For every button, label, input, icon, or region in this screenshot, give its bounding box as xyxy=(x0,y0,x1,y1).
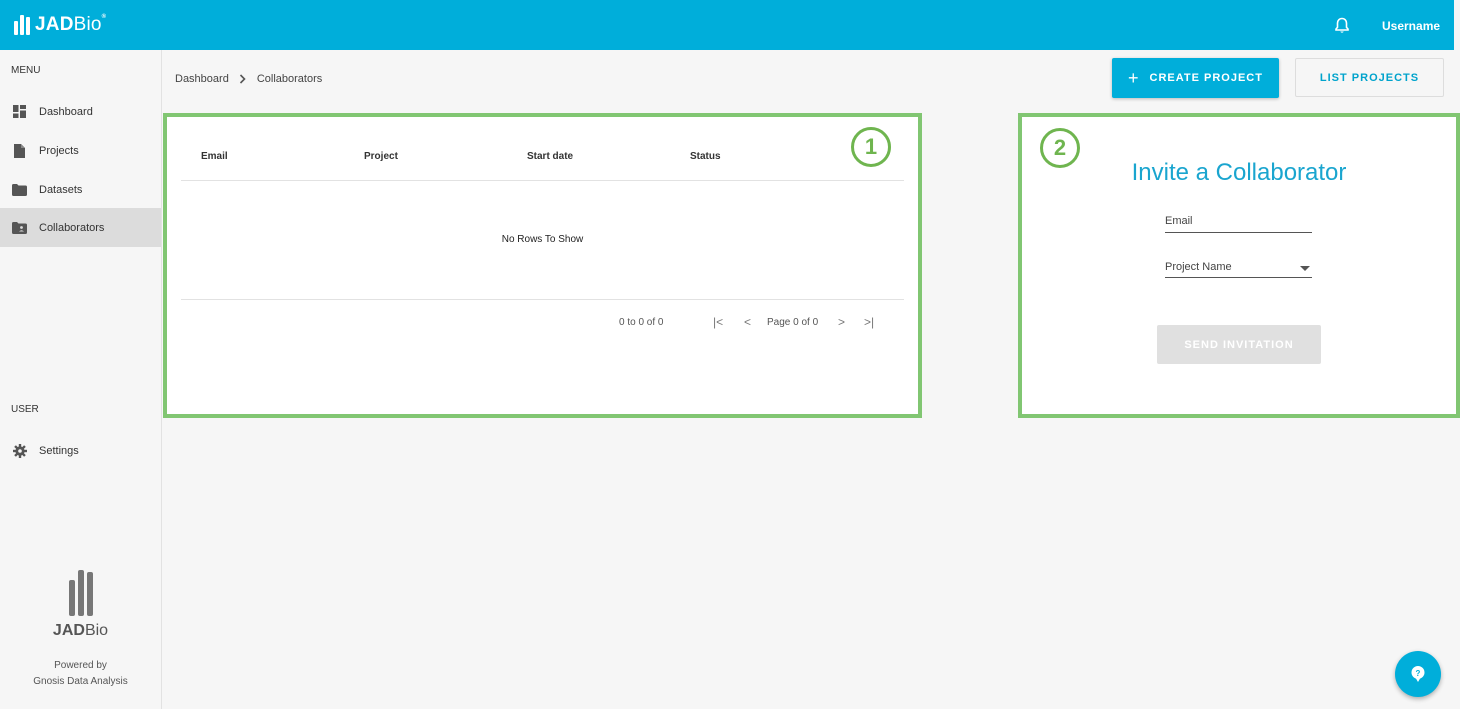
project-name-select[interactable]: Project Name xyxy=(1165,256,1312,278)
list-projects-button[interactable]: LIST PROJECTS xyxy=(1295,58,1444,97)
help-question-icon: ? xyxy=(1411,666,1425,682)
email-input[interactable] xyxy=(1165,211,1312,227)
invite-title: Invite a Collaborator xyxy=(1131,159,1347,186)
caret-down-icon xyxy=(1300,266,1310,271)
company-name: Gnosis Data Analysis xyxy=(33,676,128,687)
logo-mark-icon xyxy=(0,570,161,616)
sidebar-item-projects[interactable]: Projects xyxy=(0,131,161,170)
svg-text:?: ? xyxy=(1416,669,1421,678)
logo-text-bold: JAD xyxy=(35,14,74,35)
column-header-project[interactable]: Project xyxy=(364,151,398,162)
sidebar-item-label: Collaborators xyxy=(39,221,105,234)
powered-by-label: Powered by xyxy=(54,660,107,671)
shared-folder-icon xyxy=(12,220,27,235)
user-section-label: USER xyxy=(11,404,39,415)
last-page-icon[interactable]: >| xyxy=(864,315,874,329)
chevron-right-icon xyxy=(239,71,247,87)
sidebar-item-datasets[interactable]: Datasets xyxy=(0,170,161,209)
sidebar-item-label: Projects xyxy=(39,144,79,157)
sidebar-item-collaborators[interactable]: Collaborators xyxy=(0,208,161,247)
create-project-button[interactable]: + CREATE PROJECT xyxy=(1112,58,1279,98)
page-indicator: Page 0 of 0 xyxy=(767,317,819,328)
file-icon xyxy=(12,143,27,158)
breadcrumb-collaborators: Collaborators xyxy=(256,73,323,85)
sidebar-item-dashboard[interactable]: Dashboard xyxy=(0,92,161,131)
jadbio-logo[interactable]: JADBio® xyxy=(14,14,106,36)
table-header: Email Project Start date Status xyxy=(181,145,904,181)
sidebar-item-label: Dashboard xyxy=(39,105,93,118)
menu-section-label: MENU xyxy=(11,65,41,76)
dashboard-icon xyxy=(12,104,27,119)
previous-page-icon[interactable]: < xyxy=(744,315,751,329)
collaborators-table-panel: Email Project Start date Status 1 No Row… xyxy=(163,113,922,418)
email-field[interactable] xyxy=(1165,211,1312,233)
plus-icon: + xyxy=(1128,68,1140,88)
column-header-start-date[interactable]: Start date xyxy=(527,151,573,162)
logo-mark-icon xyxy=(14,15,30,35)
invite-collaborator-panel: 2 Invite a Collaborator Project Name SEN… xyxy=(1018,113,1460,418)
footer-logo-light: Bio xyxy=(84,622,109,639)
create-project-label: CREATE PROJECT xyxy=(1149,72,1263,84)
pager-summary: 0 to 0 of 0 xyxy=(619,317,664,328)
sidebar-footer-logo: JADBio xyxy=(0,570,161,640)
gear-icon xyxy=(12,443,27,458)
sidebar: MENU Dashboard Projects Datasets Collabo… xyxy=(0,50,162,709)
empty-table-message: No Rows To Show xyxy=(501,234,584,245)
breadcrumb-dashboard[interactable]: Dashboard xyxy=(175,73,229,85)
column-header-email[interactable]: Email xyxy=(201,151,228,162)
project-name-placeholder: Project Name xyxy=(1165,261,1232,273)
footer-logo-bold: JAD xyxy=(52,622,85,639)
help-button[interactable]: ? xyxy=(1395,651,1441,697)
first-page-icon[interactable]: |< xyxy=(713,315,723,329)
breadcrumb: Dashboard Collaborators xyxy=(175,71,322,87)
powered-by: Powered by Gnosis Data Analysis xyxy=(0,658,161,690)
send-invitation-button[interactable]: SEND INVITATION xyxy=(1157,325,1321,364)
sidebar-item-settings[interactable]: Settings xyxy=(0,431,161,470)
sidebar-item-label: Datasets xyxy=(39,183,83,196)
top-bar: JADBio® Username xyxy=(0,0,1454,50)
username-menu[interactable]: Username xyxy=(1382,19,1440,33)
annotation-badge-1: 1 xyxy=(851,127,891,167)
logo-text-light: Bio xyxy=(73,14,102,35)
column-header-status[interactable]: Status xyxy=(690,151,721,162)
sidebar-item-label: Settings xyxy=(39,444,79,457)
bell-icon[interactable] xyxy=(1334,17,1350,35)
next-page-icon[interactable]: > xyxy=(838,315,845,329)
folder-icon xyxy=(12,182,27,197)
divider xyxy=(181,299,904,300)
logo-registered-mark: ® xyxy=(101,14,107,20)
